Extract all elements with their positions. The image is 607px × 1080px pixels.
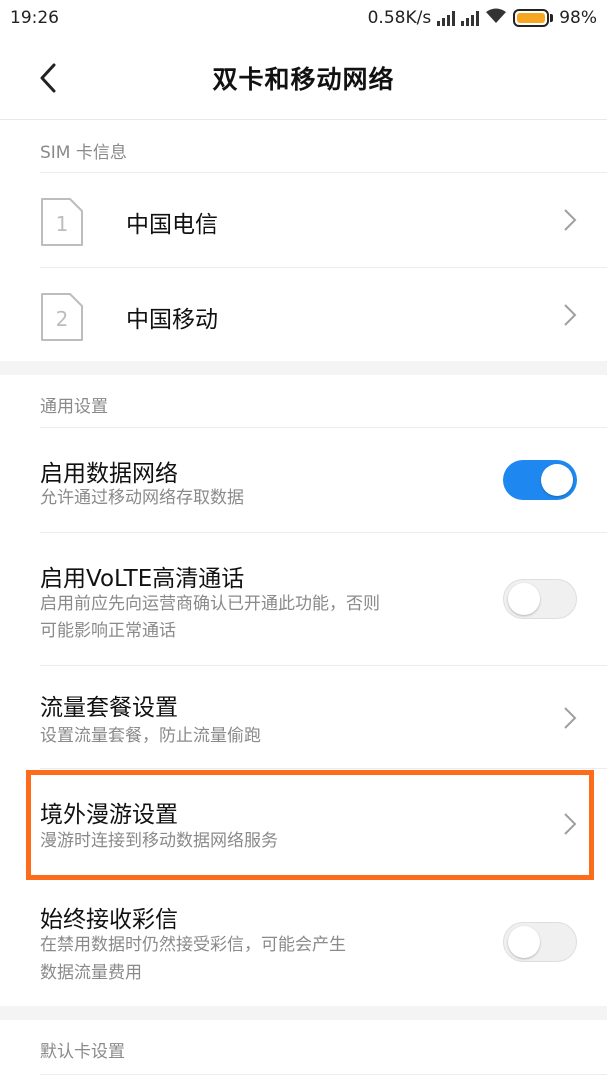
svg-text:2: 2 <box>56 307 69 331</box>
signal-icon <box>461 10 480 26</box>
section-label-general: 通用设置 <box>40 397 108 417</box>
section-label-sim: SIM 卡信息 <box>40 143 127 163</box>
setting-title: 始终接收彩信 <box>40 907 178 933</box>
header: 双卡和移动网络 <box>0 36 607 120</box>
volte-toggle[interactable] <box>503 579 577 619</box>
setting-title: 流量套餐设置 <box>40 695 178 721</box>
sim-card-row-1[interactable]: 1 中国电信 <box>0 173 607 267</box>
page-title: 双卡和移动网络 <box>212 64 395 94</box>
setting-subtitle: 设置流量套餐，防止流量偷跑 <box>40 726 261 746</box>
mms-toggle[interactable] <box>503 922 577 962</box>
status-time: 19:26 <box>10 8 59 28</box>
setting-subtitle: 在禁用数据时仍然接受彩信，可能会产生 <box>40 935 346 955</box>
status-bar: 19:26 0.58K/s 98% <box>0 0 607 36</box>
section-gap <box>0 1006 607 1020</box>
chevron-right-icon <box>564 707 577 729</box>
svg-text:1: 1 <box>56 212 69 236</box>
section-label-default-card: 默认卡设置 <box>40 1042 125 1062</box>
chevron-right-icon <box>564 209 577 231</box>
setting-subtitle: 允许通过移动网络存取数据 <box>40 488 244 508</box>
chevron-left-icon[interactable] <box>36 60 66 96</box>
setting-row-roaming[interactable]: 境外漫游设置 漫游时连接到移动数据网络服务 <box>0 769 607 879</box>
signal-icon <box>437 10 456 26</box>
setting-subtitle: 启用前应先向运营商确认已开通此功能，否则 <box>40 594 380 614</box>
setting-row-data-plan[interactable]: 流量套餐设置 设置流量套餐，防止流量偷跑 <box>0 666 607 768</box>
chevron-right-icon <box>564 813 577 835</box>
setting-row-mobile-data[interactable]: 启用数据网络 允许通过移动网络存取数据 <box>0 428 607 532</box>
net-speed: 0.58K/s <box>367 8 432 28</box>
setting-title: 启用数据网络 <box>40 461 178 487</box>
sim-card-name: 中国电信 <box>126 212 218 238</box>
wifi-icon <box>485 8 507 29</box>
setting-title: 启用VoLTE高清通话 <box>40 566 245 592</box>
divider <box>40 1074 607 1075</box>
setting-row-mms[interactable]: 始终接收彩信 在禁用数据时仍然接受彩信，可能会产生 数据流量费用 <box>0 880 607 1006</box>
sim-card-icon: 1 <box>40 197 84 247</box>
setting-row-volte[interactable]: 启用VoLTE高清通话 启用前应先向运营商确认已开通此功能，否则 可能影响正常通… <box>0 533 607 665</box>
setting-subtitle: 数据流量费用 <box>40 963 142 983</box>
sim-card-row-2[interactable]: 2 中国移动 <box>0 268 607 362</box>
battery-percent: 98% <box>559 8 597 28</box>
setting-subtitle: 漫游时连接到移动数据网络服务 <box>40 831 278 851</box>
sim-card-icon: 2 <box>40 292 84 342</box>
setting-subtitle: 可能影响正常通话 <box>40 621 176 641</box>
section-gap <box>0 361 607 375</box>
sim-card-name: 中国移动 <box>126 307 218 333</box>
setting-title: 境外漫游设置 <box>40 802 178 828</box>
mobile-data-toggle[interactable] <box>503 460 577 500</box>
chevron-right-icon <box>564 304 577 326</box>
battery-icon <box>513 9 554 27</box>
status-indicators: 0.58K/s 98% <box>368 8 597 29</box>
